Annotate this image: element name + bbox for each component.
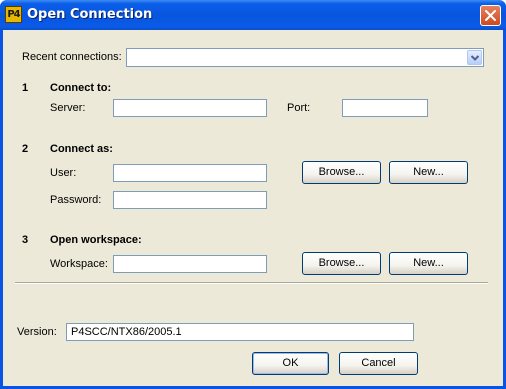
- step-number-3: 3: [22, 234, 29, 246]
- workspace-new-button[interactable]: New...: [389, 252, 468, 275]
- ok-button-label: OK: [282, 357, 299, 369]
- version-label: Version:: [17, 326, 57, 338]
- separator: [15, 282, 488, 284]
- user-new-button[interactable]: New...: [389, 161, 468, 184]
- user-field[interactable]: [113, 164, 267, 182]
- user-browse-button[interactable]: Browse...: [302, 161, 381, 184]
- connect-to-heading: Connect to:: [50, 82, 112, 94]
- title-bar[interactable]: P4 Open Connection: [0, 0, 506, 30]
- open-connection-dialog: P4 Open Connection Recent connections: 1…: [0, 0, 506, 389]
- server-field[interactable]: [113, 99, 267, 117]
- close-icon: [485, 10, 496, 21]
- workspace-browse-button[interactable]: Browse...: [302, 252, 381, 275]
- cancel-button-label: Cancel: [361, 357, 396, 369]
- ok-button[interactable]: OK: [252, 352, 329, 375]
- open-workspace-heading: Open workspace:: [50, 234, 142, 246]
- step-number-2: 2: [22, 143, 29, 155]
- server-label: Server:: [50, 102, 86, 114]
- dropdown-arrow-button[interactable]: [467, 50, 482, 65]
- dialog-body: Recent connections: 1 Connect to: Server…: [3, 30, 503, 386]
- password-field[interactable]: [113, 191, 267, 209]
- workspace-field[interactable]: [113, 255, 267, 273]
- port-field[interactable]: [342, 99, 428, 117]
- recent-connections-label: Recent connections:: [22, 51, 122, 63]
- password-label: Password:: [50, 194, 102, 206]
- connect-as-heading: Connect as:: [50, 143, 113, 155]
- step-number-1: 1: [22, 82, 29, 94]
- port-label: Port:: [287, 102, 311, 114]
- user-label: User:: [50, 167, 77, 179]
- cancel-button[interactable]: Cancel: [339, 352, 418, 375]
- recent-connections-combo[interactable]: [126, 48, 484, 67]
- version-field[interactable]: P4SCC/NTX86/2005.1: [66, 323, 414, 341]
- chevron-down-icon: [471, 55, 479, 61]
- workspace-label: Workspace:: [50, 258, 108, 270]
- dialog-title: Open Connection: [27, 7, 153, 22]
- p4-app-icon: P4: [5, 6, 22, 23]
- close-button[interactable]: [480, 5, 501, 26]
